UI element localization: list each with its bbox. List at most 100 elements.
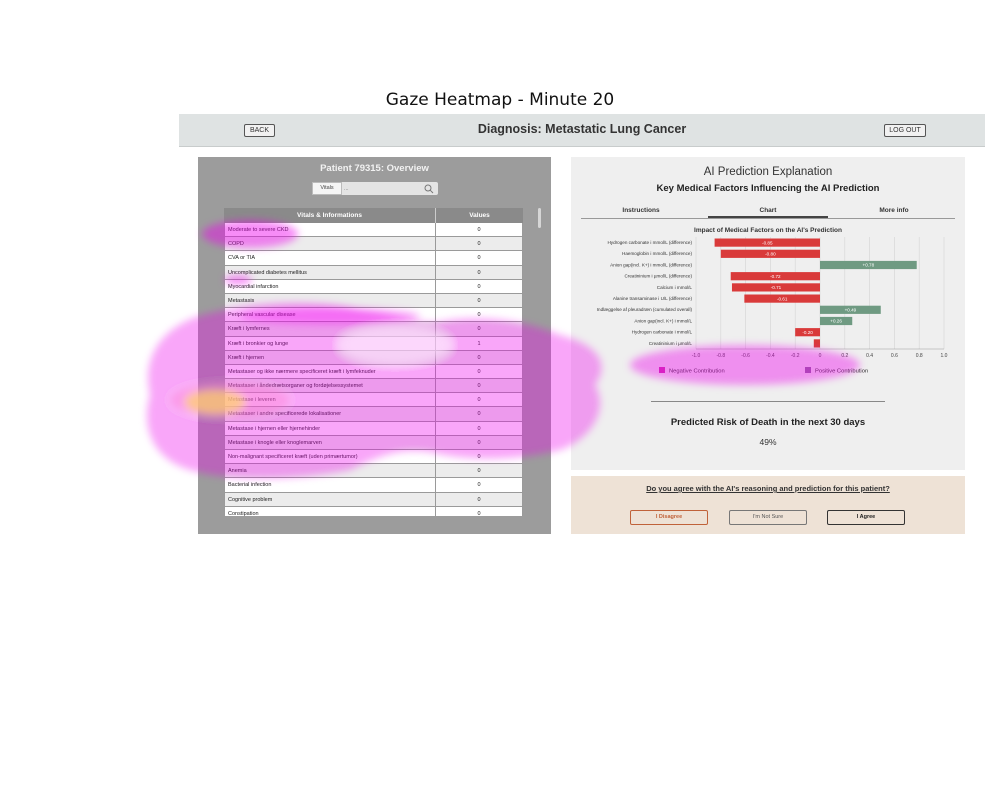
table-row: Non-malignant specificeret kræft (uden p…	[224, 450, 523, 465]
vital-value-cell: 0	[436, 364, 523, 379]
vital-value-cell: 0	[436, 506, 523, 516]
vital-name-cell: Uncomplicated diabetes mellitus	[224, 265, 436, 279]
x-tick-label: 1.0	[941, 353, 948, 359]
category-label: Creatininium i µmol/L	[649, 341, 693, 346]
table-row: Constipation 0	[224, 506, 523, 516]
x-tick-label: -0.2	[791, 353, 800, 359]
column-header-vitals: Vitals & Informations	[224, 208, 436, 223]
vital-name-cell: Metastaser i andre specificerede lokalis…	[224, 407, 436, 421]
vital-name-cell: Kræft i lymfernes	[224, 322, 436, 336]
table-row: Metastase i leveren 0	[224, 393, 523, 408]
data-label: -0.85	[762, 240, 773, 245]
not-sure-button[interactable]: I'm Not Sure	[729, 510, 807, 525]
vital-value-cell: 0	[436, 265, 523, 279]
category-label: Haemoglobin i mmol/L (difference)	[622, 251, 692, 256]
category-label: Hydrogen carbonate i mmol/L (difference)	[607, 240, 692, 245]
disagree-button[interactable]: I Disagree	[630, 510, 708, 525]
agreement-panel: Do you agree with the AI's reasoning and…	[571, 476, 965, 534]
table-row: CVA or TIA 0	[224, 251, 523, 266]
risk-value: 49%	[759, 437, 777, 447]
vital-name-cell: Moderate to severe CKD	[224, 223, 436, 237]
data-label: +0.49	[845, 308, 857, 313]
data-label: -0.80	[765, 252, 776, 257]
vital-value-cell: 0	[436, 251, 523, 265]
table-row: COPD 0	[224, 237, 523, 252]
vital-value-cell: 0	[436, 464, 523, 478]
table-row: Kræft i lymfernes 0	[224, 322, 523, 337]
table-row: Metastaser i åndedrætsorganer og fordøje…	[224, 379, 523, 394]
factor-impact-chart: Impact of Medical Factors on the AI's Pr…	[597, 227, 948, 375]
table-row: Myocardial infarction 0	[224, 279, 523, 294]
vital-name-cell: Peripheral vascular disease	[224, 308, 436, 322]
table-row: Metastaser og ikke nærmere specificeret …	[224, 364, 523, 380]
category-label: Anion gap(incl. K+) i mmol/L (difference…	[610, 262, 692, 267]
bar	[813, 339, 820, 348]
vital-value-cell: 0	[436, 450, 523, 464]
table-row: Metastase i hjernen eller hjernehinder 0	[224, 421, 523, 436]
x-tick-label: 0.8	[916, 353, 923, 359]
table-row: Anemia 0	[224, 464, 523, 479]
agreement-question: Do you agree with the AI's reasoning and…	[646, 484, 890, 493]
page-title: Diagnosis: Metastatic Lung Cancer	[477, 122, 687, 136]
app-screenshot: BACK Diagnosis: Metastatic Lung Cancer L…	[179, 114, 985, 534]
active-tab-indicator	[708, 216, 828, 218]
vital-name-cell: Metastasis	[224, 293, 436, 308]
vital-value-cell: 0	[436, 435, 523, 449]
vital-value-cell: 0	[436, 308, 523, 322]
legend-label-positive: Positive Contribution	[815, 369, 868, 375]
vital-value-cell: 0	[436, 407, 523, 421]
tab-chart[interactable]: Chart	[708, 207, 828, 214]
patient-title: Patient 79315: Overview	[320, 163, 429, 174]
risk-label: Predicted Risk of Death in the next 30 d…	[670, 417, 866, 428]
search-input[interactable]	[344, 183, 422, 194]
vital-name-cell: Metastaser i åndedrætsorganer og fordøje…	[224, 379, 436, 393]
x-tick-label: -0.8	[716, 353, 725, 359]
vital-name-cell: Constipation	[224, 506, 436, 516]
logout-button[interactable]: LOG OUT	[884, 124, 926, 137]
table-row: Kræft i hjernen 0	[224, 350, 523, 365]
legend-swatch-negative	[659, 367, 665, 373]
vital-name-cell: Bacterial infection	[224, 478, 436, 492]
data-label: -0.71	[771, 285, 782, 290]
top-bar: BACK Diagnosis: Metastatic Lung Cancer L…	[179, 114, 985, 147]
vital-value-cell: 1	[436, 336, 523, 350]
data-label: -0.72	[770, 274, 781, 279]
table-row: Moderate to severe CKD 0	[224, 223, 523, 238]
vital-value-cell: 0	[436, 223, 523, 237]
legend-label-negative: Negative Contribution	[669, 369, 725, 375]
table-row: Cognitive problem 0	[224, 492, 523, 507]
vital-value-cell: 0	[436, 421, 523, 435]
back-button[interactable]: BACK	[244, 124, 275, 137]
x-tick-label: 0	[819, 353, 822, 359]
vital-name-cell: Non-malignant specificeret kræft (uden p…	[224, 450, 436, 464]
vital-value-cell: 0	[436, 478, 523, 492]
vital-name-cell: Metastase i leveren	[224, 393, 436, 407]
vital-name-cell: Kræft i bronkier og lunge	[224, 336, 436, 350]
table-scrollbar[interactable]	[538, 208, 541, 228]
category-label: Creatininium i µmol/L (difference)	[625, 274, 693, 279]
table-row: Metastasis 0	[224, 293, 523, 309]
tab-instructions[interactable]: Instructions	[601, 207, 681, 214]
x-tick-label: -0.4	[766, 353, 775, 359]
search-category-select[interactable]: Vitals	[312, 182, 342, 195]
table-row: Bacterial infection 0	[224, 478, 523, 493]
table-row: Kræft i bronkier og lunge 1	[224, 336, 523, 351]
table-row: Metastaser i andre specificerede lokalis…	[224, 407, 523, 422]
agree-button[interactable]: I Agree	[827, 510, 905, 525]
vital-value-cell: 0	[436, 393, 523, 407]
section-divider	[651, 401, 885, 402]
x-tick-label: 0.4	[866, 353, 873, 359]
patient-overview-panel: Patient 79315: Overview Vitals Vitals & …	[198, 157, 551, 534]
vital-value-cell: 0	[436, 350, 523, 364]
data-label: -0.61	[777, 296, 788, 301]
legend-swatch-positive	[805, 367, 811, 373]
ai-explanation-panel: AI Prediction Explanation Key Medical Fa…	[571, 157, 965, 470]
data-label: -0.20	[802, 330, 813, 335]
vital-value-cell: 0	[436, 237, 523, 251]
vital-name-cell: Metastaser og ikke nærmere specificeret …	[224, 364, 436, 379]
tab-more-info[interactable]: More info	[854, 207, 934, 214]
vital-value-cell: 0	[436, 492, 523, 506]
x-tick-label: -0.6	[741, 353, 750, 359]
chart-title: Impact of Medical Factors on the AI's Pr…	[694, 227, 842, 234]
search-icon[interactable]	[424, 184, 434, 194]
